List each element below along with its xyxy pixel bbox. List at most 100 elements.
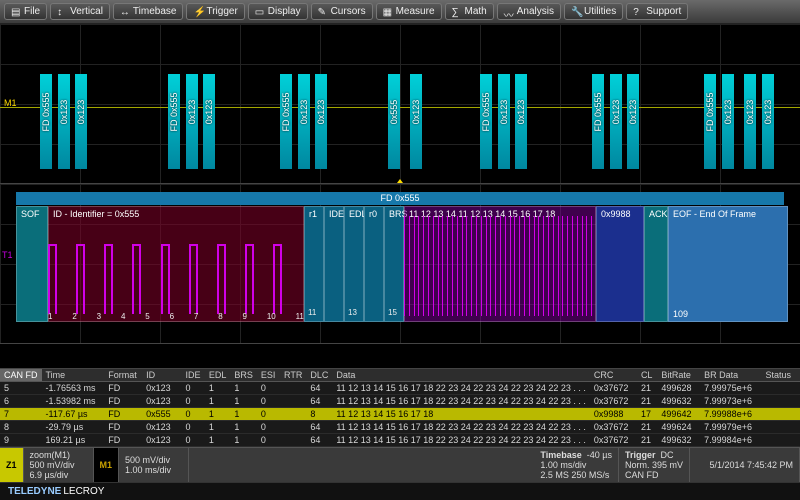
trigger-button[interactable]: ⚡Trigger (186, 3, 244, 20)
col-crc[interactable]: CRC (590, 369, 637, 382)
overview-packet[interactable]: FD 0x555 (280, 74, 292, 169)
cell-stat (762, 382, 800, 395)
measure-icon: ▦ (383, 7, 393, 17)
overview-packet[interactable]: 0x123 (762, 74, 774, 169)
cell-brs: 1 (230, 421, 257, 434)
math-button[interactable]: ∑Math (445, 3, 494, 20)
overview-packet[interactable]: 0x555 (388, 74, 400, 169)
overview-pane[interactable]: M1 FD 0x5550x1230x123FD 0x5550x1230x123F… (0, 24, 800, 184)
btn-label: Cursors (331, 6, 366, 17)
overview-packet[interactable]: 0x123 (203, 74, 215, 169)
col-bitrate[interactable]: BitRate (657, 369, 700, 382)
overview-packet[interactable]: 0x123 (610, 74, 622, 169)
overview-packet[interactable]: 0x123 (722, 74, 734, 169)
table-row[interactable]: 7-117.67 µsFD0x5550110811 12 13 14 15 16… (0, 408, 800, 421)
cell-fmt: FD (104, 421, 142, 434)
table-row[interactable]: 9169.21 µsFD0x12301106411 12 13 14 15 16… (0, 434, 800, 447)
table-row[interactable]: 6-1.53982 msFD0x12301106411 12 13 14 15 … (0, 395, 800, 408)
col-edl[interactable]: EDL (205, 369, 231, 382)
brand-a: TELEDYNE (8, 486, 61, 497)
col-br data[interactable]: BR Data (700, 369, 761, 382)
cell-bitr: 499642 (657, 408, 700, 421)
packet-label: FD 0x555 (705, 92, 715, 131)
z1-chip[interactable]: Z1 (0, 448, 24, 482)
packet-label: 0x555 (389, 100, 399, 125)
cell-edl: 1 (205, 421, 231, 434)
overview-packet[interactable]: 0x123 (58, 74, 70, 169)
cell-bitr: 499632 (657, 395, 700, 408)
utilities-icon: 🔧 (571, 7, 581, 17)
cell-time: -1.53982 ms (42, 395, 105, 408)
mid-val-a: 11 (308, 308, 316, 317)
overview-packet[interactable]: 0x123 (744, 74, 756, 169)
col-time[interactable]: Time (42, 369, 105, 382)
file-button[interactable]: ▤File (4, 3, 47, 20)
packet-label: 0x123 (204, 100, 214, 125)
cell-idx: 7 (0, 408, 42, 421)
overview-packet[interactable]: 0x123 (75, 74, 87, 169)
m1-chip[interactable]: M1 (94, 448, 120, 482)
overview-packet[interactable]: 0x123 (298, 74, 310, 169)
overview-packet[interactable]: 0x123 (627, 74, 639, 169)
m1-vdiv: 500 mV/div (125, 455, 182, 465)
analysis-button[interactable]: 〰Analysis (497, 3, 561, 20)
table-row[interactable]: 8-29.79 µsFD0x12301106411 12 13 14 15 16… (0, 421, 800, 434)
trigger-block[interactable]: Trigger DC Norm. 395 mV CAN FD (619, 448, 690, 482)
cell-edl: 1 (205, 382, 231, 395)
trigger-type: CAN FD (625, 470, 683, 480)
timebase-block[interactable]: Timebase -40 µs 1.00 ms/div 2.5 MS 250 M… (534, 448, 619, 482)
cell-edl: 1 (205, 408, 231, 421)
col-cl[interactable]: CL (637, 369, 657, 382)
col-esi[interactable]: ESI (257, 369, 280, 382)
cell-idx: 5 (0, 382, 42, 395)
cell-data: 11 12 13 14 15 16 17 18 22 23 24 22 23 2… (332, 395, 590, 408)
col-data[interactable]: Data (332, 369, 590, 382)
overview-packet[interactable]: 0x123 (186, 74, 198, 169)
overview-packet[interactable]: 0x123 (315, 74, 327, 169)
overview-packet[interactable]: 0x123 (515, 74, 527, 169)
col-brs[interactable]: BRS (230, 369, 257, 382)
cell-ide: 0 (181, 382, 204, 395)
decode-table[interactable]: CAN FDTimeFormatIDIDEEDLBRSESIRTRDLCData… (0, 369, 800, 447)
btn-label: Trigger (206, 6, 237, 17)
overview-packet[interactable]: FD 0x555 (592, 74, 604, 169)
support-button[interactable]: ?Support (626, 3, 688, 20)
bit-num: 7 (194, 312, 198, 321)
seg-crc-label: 0x9988 (601, 209, 631, 219)
col-idx[interactable]: CAN FD (0, 369, 42, 382)
col-dlc[interactable]: DLC (306, 369, 332, 382)
trigger-coupling: DC (661, 450, 674, 460)
cell-bitr: 499624 (657, 421, 700, 434)
col-ide[interactable]: IDE (181, 369, 204, 382)
utilities-button[interactable]: 🔧Utilities (564, 3, 623, 20)
zoom-pane[interactable]: T1 FD 0x555 SOF ID - Identifier = 0x555 … (0, 184, 800, 344)
btn-label: Display (268, 6, 301, 17)
m1-info[interactable]: 500 mV/div 1.00 ms/div (119, 448, 189, 482)
overview-packet[interactable]: 0x123 (410, 74, 422, 169)
z1-info[interactable]: zoom(M1) 500 mV/div 6.9 µs/div (24, 448, 94, 482)
overview-packet[interactable]: FD 0x555 (704, 74, 716, 169)
col-format[interactable]: Format (104, 369, 142, 382)
cell-time: -1.76563 ms (42, 382, 105, 395)
cell-esi: 0 (257, 382, 280, 395)
col-rtr[interactable]: RTR (280, 369, 306, 382)
z1-vdiv: 500 mV/div (30, 460, 87, 470)
table-row[interactable]: 5-1.76563 msFD0x12301106411 12 13 14 15 … (0, 382, 800, 395)
overview-packet[interactable]: FD 0x555 (168, 74, 180, 169)
support-icon: ? (633, 7, 643, 17)
overview-packet[interactable]: FD 0x555 (480, 74, 492, 169)
col-status[interactable]: Status (762, 369, 800, 382)
packet-label: FD 0x555 (169, 92, 179, 131)
seg-ide: IDE (324, 206, 344, 322)
timebase-button[interactable]: ↔Timebase (113, 3, 184, 20)
cell-idx: 8 (0, 421, 42, 434)
timebase-offset: -40 µs (587, 450, 612, 460)
overview-packet[interactable]: FD 0x555 (40, 74, 52, 169)
overview-packet[interactable]: 0x123 (498, 74, 510, 169)
display-button[interactable]: ▭Display (248, 3, 308, 20)
vertical-button[interactable]: ↕Vertical (50, 3, 110, 20)
cell-data: 11 12 13 14 15 16 17 18 22 23 24 22 23 2… (332, 434, 590, 447)
measure-button[interactable]: ▦Measure (376, 3, 442, 20)
col-id[interactable]: ID (142, 369, 181, 382)
cursors-button[interactable]: ✎Cursors (311, 3, 373, 20)
